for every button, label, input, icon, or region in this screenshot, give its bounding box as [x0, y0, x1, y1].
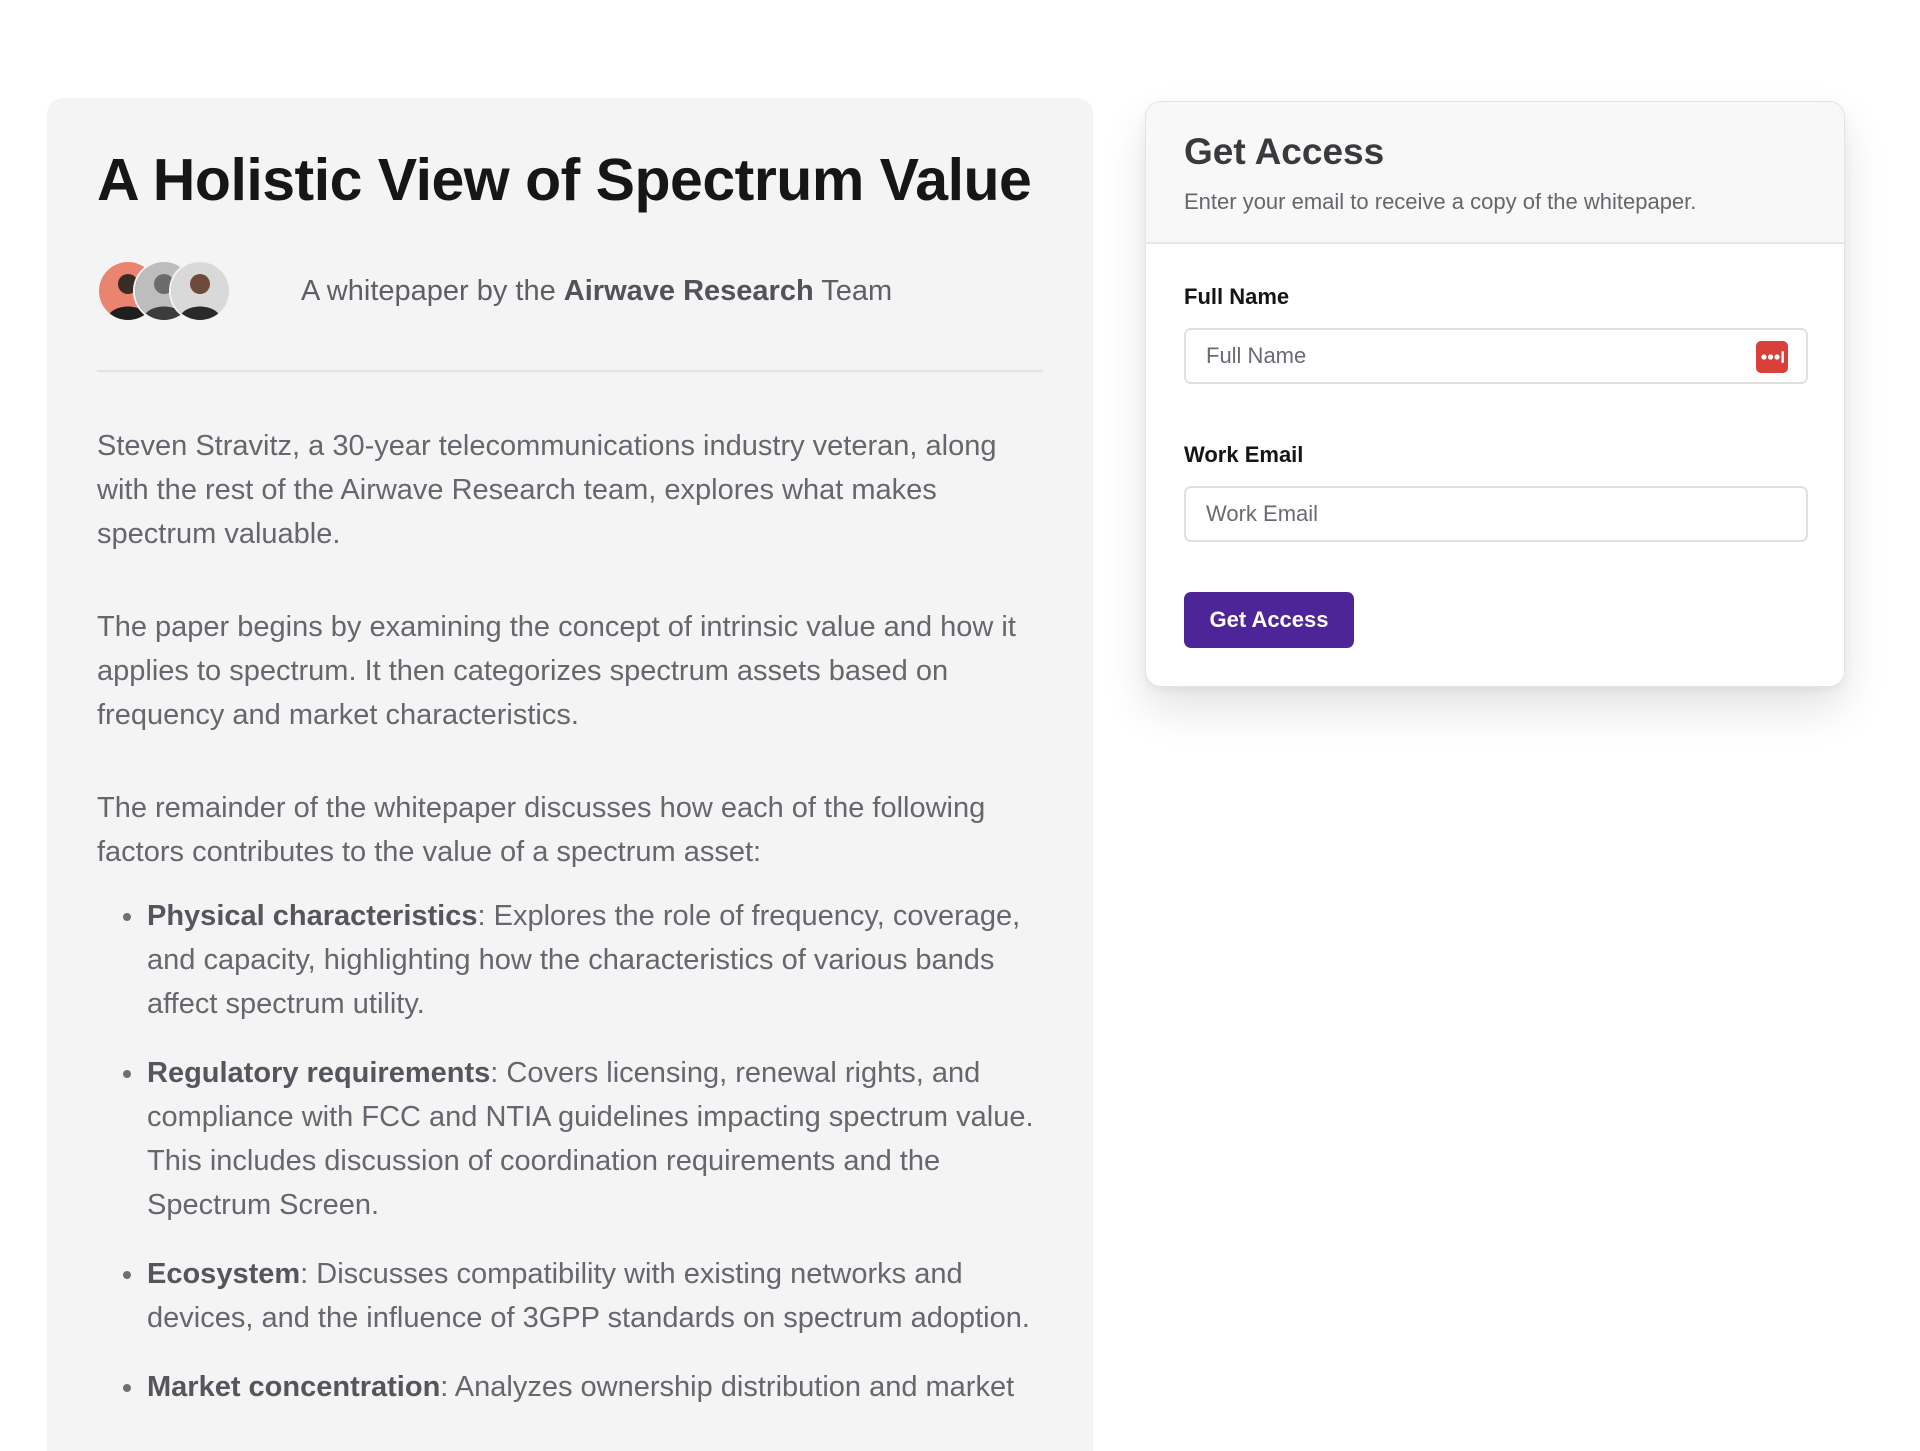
- get-access-button[interactable]: Get Access: [1184, 592, 1354, 648]
- factors-list: Physical characteristics: Explores the r…: [97, 894, 1062, 1409]
- card-title: Get Access: [1184, 131, 1385, 172]
- whitepaper-article: A Holistic View of Spectrum Value A whit…: [47, 98, 1093, 1451]
- author-avatars: [97, 260, 237, 322]
- factor-description: : Analyzes ownership distribution and ma…: [440, 1371, 1015, 1403]
- card-subtitle: Enter your email to receive a copy of th…: [1184, 189, 1697, 214]
- full-name-group: Full Name: [1184, 284, 1808, 384]
- intro-paragraph: Steven Stravitz, a 30-year telecommunica…: [97, 430, 997, 550]
- factor-item: Physical characteristics: Explores the r…: [123, 894, 1062, 1026]
- byline-team: Airwave Research: [563, 274, 814, 307]
- card-header: Get Access Enter your email to receive a…: [1146, 102, 1844, 244]
- byline-suffix: Team: [821, 274, 893, 307]
- access-form: Full Name Work Email: [1146, 244, 1844, 648]
- overview-paragraph: The paper begins by examining the concep…: [97, 611, 1016, 731]
- factor-item: Regulatory requirements: Covers licensin…: [123, 1051, 1062, 1227]
- factor-item: Market concentration: Analyzes ownership…: [123, 1365, 1062, 1409]
- password-manager-icon[interactable]: [1756, 341, 1788, 373]
- byline-prefix: A whitepaper by the: [301, 274, 556, 307]
- work-email-wrap: [1184, 486, 1808, 542]
- divider: [97, 370, 1043, 372]
- work-email-group: Work Email: [1184, 442, 1808, 542]
- factor-term: Physical characteristics: [147, 900, 478, 932]
- byline: A whitepaper by the Airwave Research Tea…: [97, 260, 1043, 322]
- factor-item: Ecosystem: Discusses compatibility with …: [123, 1252, 1062, 1340]
- work-email-input[interactable]: [1184, 486, 1808, 542]
- page: A Holistic View of Spectrum Value A whit…: [0, 0, 1920, 1451]
- factor-term: Ecosystem: [147, 1258, 301, 1290]
- factor-term: Market concentration: [147, 1371, 441, 1403]
- factor-term: Regulatory requirements: [147, 1057, 491, 1089]
- work-email-label: Work Email: [1184, 442, 1304, 467]
- full-name-wrap: [1184, 328, 1808, 384]
- full-name-input[interactable]: [1184, 328, 1808, 384]
- factors-intro-paragraph: The remainder of the whitepaper discusse…: [97, 792, 986, 868]
- page-title: A Holistic View of Spectrum Value: [97, 147, 1032, 213]
- byline-text: A whitepaper by the Airwave Research Tea…: [301, 275, 892, 308]
- author-avatar-3: [169, 260, 231, 322]
- full-name-label: Full Name: [1184, 284, 1290, 309]
- get-access-card: Get Access Enter your email to receive a…: [1145, 101, 1845, 687]
